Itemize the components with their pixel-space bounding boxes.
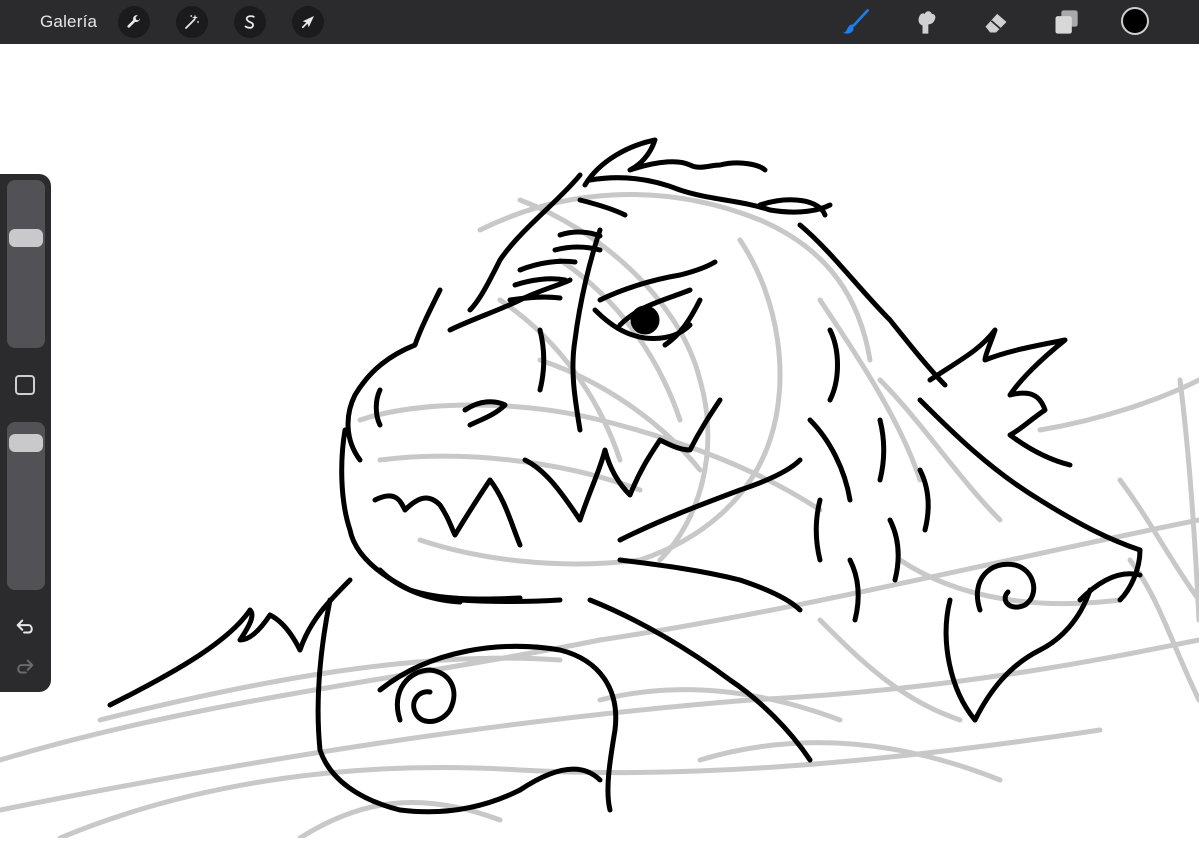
modify-button[interactable] (15, 375, 35, 395)
opacity-thumb[interactable] (9, 434, 43, 453)
adjustments-button[interactable] (176, 6, 208, 38)
sketch-layer (0, 192, 1199, 841)
selection-s-icon (244, 15, 255, 29)
smudge-icon (918, 11, 936, 34)
brush-size-slider[interactable] (7, 180, 45, 348)
paint-tool-button[interactable] (840, 6, 872, 38)
color-picker-swatch[interactable] (1121, 7, 1149, 35)
eraser-icon (985, 13, 1007, 33)
opacity-slider[interactable] (7, 422, 45, 590)
layers-tool-button[interactable] (1050, 6, 1082, 38)
redo-button[interactable] (12, 654, 38, 680)
wrench-icon (127, 15, 141, 28)
layers-icon (1055, 10, 1078, 34)
actions-button[interactable] (118, 6, 150, 38)
drawing-canvas[interactable] (0, 44, 1199, 841)
selection-button[interactable] (234, 6, 266, 38)
arrow-cursor-icon (301, 16, 314, 29)
top-toolbar: Galería (0, 0, 1199, 44)
transform-button[interactable] (292, 6, 324, 38)
redo-icon (17, 659, 34, 674)
magic-wand-icon (185, 14, 199, 29)
brush-icon (843, 9, 869, 34)
dragon-artwork (0, 137, 1199, 841)
eraser-tool-button[interactable] (980, 6, 1012, 38)
undo-icon (16, 619, 33, 634)
left-sidebar (0, 174, 51, 692)
smudge-tool-button[interactable] (910, 6, 942, 38)
gallery-button[interactable]: Galería (40, 12, 97, 32)
undo-button[interactable] (12, 614, 38, 640)
brush-size-thumb[interactable] (9, 228, 43, 247)
